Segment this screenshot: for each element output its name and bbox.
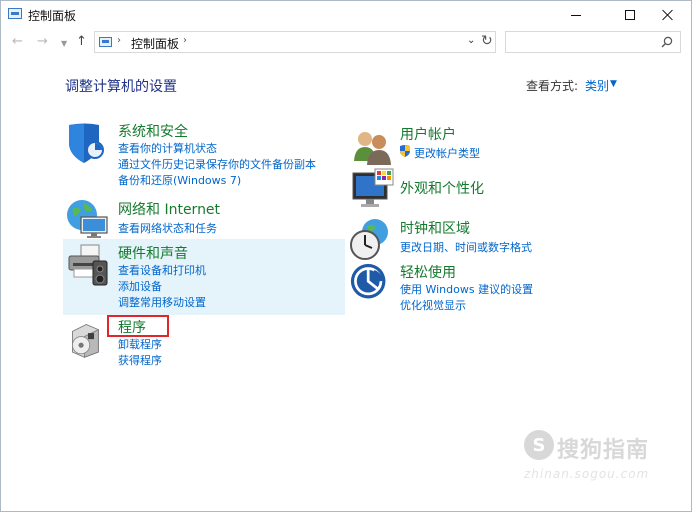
uninstall-program-link[interactable]: 卸载程序 [118,336,162,352]
minimize-icon [571,14,581,16]
add-device-link[interactable]: 添加设备 [118,278,162,294]
shield-icon [69,123,104,163]
refresh-icon[interactable]: ↻ [481,33,493,49]
forward-arrow-icon[interactable]: → [37,34,48,49]
search-input[interactable] [505,31,681,53]
close-icon [662,9,674,21]
change-date-time-format-link[interactable]: 更改日期、时间或数字格式 [400,239,532,255]
minimize-button[interactable] [553,1,599,29]
user-accounts-title[interactable]: 用户帐户 [400,124,456,144]
close-button[interactable] [645,1,691,29]
ease-of-access-icon [350,263,386,299]
maximize-icon [625,10,635,20]
search-icon[interactable] [661,36,673,48]
programs-highlight-box [107,315,169,337]
view-network-status-link[interactable]: 查看网络状态和任务 [118,220,217,236]
control-panel-window: 控制面板 ← → ▼ ↑ › 控制面板 › ⌄ ↻ 调整计算机的设置 查看方式:… [0,0,692,512]
watermark-text: 搜狗指南 [557,438,650,463]
page-title: 调整计算机的设置 [65,79,177,95]
sogou-watermark: S 搜狗指南 zhinan.sogou.com [524,430,674,490]
control-panel-icon [8,8,22,19]
change-account-type-link[interactable]: 更改帐户类型 [414,145,480,161]
view-computer-status-link[interactable]: 查看你的计算机状态 [118,140,217,156]
programs-disc-box-icon [72,323,99,358]
breadcrumb-chevron-icon[interactable]: › [183,35,187,46]
uac-shield-icon [400,145,410,157]
view-by-chevron-down-icon[interactable]: ▼ [610,79,617,89]
network-globe-icon [67,200,108,238]
watermark-url: zhinan.sogou.com [524,467,650,481]
sogou-logo: S [524,430,554,460]
up-arrow-icon[interactable]: ↑ [76,34,87,49]
network-and-internet-title[interactable]: 网络和 Internet [118,199,220,219]
monitor-palette-icon [352,168,394,207]
ease-of-access-title[interactable]: 轻松使用 [400,262,456,282]
file-history-backup-link[interactable]: 通过文件历史记录保存你的文件备份副本 [118,156,316,172]
get-programs-link[interactable]: 获得程序 [118,352,162,368]
view-by-dropdown[interactable]: 类别 [585,77,609,94]
hardware-and-sound-title[interactable]: 硬件和声音 [118,243,188,263]
windows-recommended-settings-link[interactable]: 使用 Windows 建议的设置 [400,281,533,297]
address-dropdown-icon[interactable]: ⌄ [467,35,475,46]
view-devices-and-printers-link[interactable]: 查看设备和打印机 [118,262,206,278]
recent-locations-chevron-icon[interactable]: ▼ [61,39,67,48]
optimize-visual-display-link[interactable]: 优化视觉显示 [400,297,466,313]
clock-and-region-title[interactable]: 时钟和区域 [400,218,470,238]
users-icon [354,132,391,165]
backup-and-restore-link[interactable]: 备份和还原(Windows 7) [118,172,241,188]
back-arrow-icon[interactable]: ← [12,34,23,49]
appearance-personalization-title[interactable]: 外观和个性化 [400,178,484,198]
printer-speaker-icon [68,244,108,286]
navigation-bar: ← → ▼ ↑ › 控制面板 › ⌄ ↻ [1,30,691,56]
breadcrumb-control-panel[interactable]: 控制面板 [131,35,179,52]
address-bar[interactable]: › 控制面板 › ⌄ ↻ [94,31,496,53]
view-by-label: 查看方式: [526,79,579,93]
control-panel-icon [99,37,112,47]
breadcrumb-chevron-icon[interactable]: › [117,35,121,46]
window-title: 控制面板 [28,9,77,23]
system-and-security-title[interactable]: 系统和安全 [118,121,188,141]
adjust-mobility-settings-link[interactable]: 调整常用移动设置 [118,294,206,310]
title-bar: 控制面板 [1,1,691,29]
clock-globe-icon [350,219,388,260]
